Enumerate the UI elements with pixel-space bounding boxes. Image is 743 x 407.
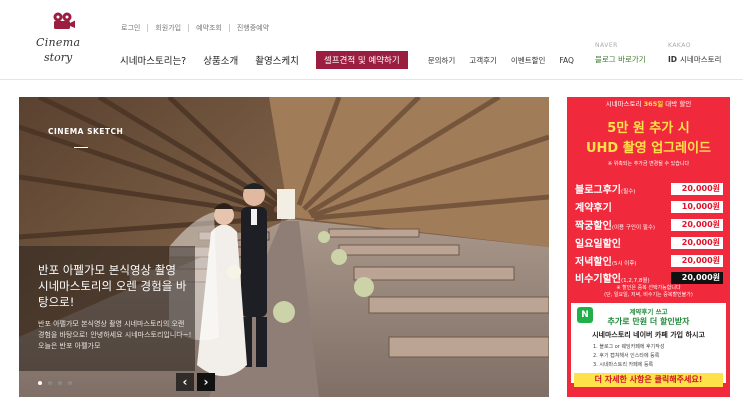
cinema-story-logo[interactable]: Cinema story [32, 10, 94, 72]
banner-footnote-2: (단, 일요일, 저녁, 비수기는 중복할인불가) [604, 292, 693, 298]
review-step: 3. 시네마스토리 카페에 등록 [593, 362, 654, 368]
nav-products[interactable]: 상품소개 [203, 53, 238, 67]
kakao-id-prefix: ID [668, 55, 678, 64]
kakao-id-value: 시네마스토리 [680, 55, 722, 64]
kakao-label: KAKAO [668, 42, 691, 49]
nav-inquiry[interactable]: 문의하기 [428, 55, 456, 66]
discount-amount: 20,000원 [671, 218, 723, 231]
discount-promo-banner[interactable]: 시네마스토리 365일 대박 할인 5만 원 추가 시 UHD 촬영 업그레이드… [567, 97, 730, 397]
hero-caption-title: 반포 아펠가모 본식영상 촬영 시네마스토리의 오렌 경험을 바탕으로! [38, 263, 187, 309]
discount-name: 계약후기 [575, 203, 612, 214]
slider-next-button[interactable]: › [197, 373, 215, 391]
review-event-line2: 추가로 만원 더 할인받자 [607, 317, 690, 326]
discount-name: 비수기할인 [575, 274, 621, 285]
discount-label: 블로그후기(필수) [575, 181, 671, 196]
self-quote-reservation-button[interactable]: 셀프견적 및 예약하기 [315, 51, 408, 69]
site-header: Cinema story 로그인 회원가입 예약조회 진행중예약 시네마스토리는… [0, 0, 743, 80]
naver-label: NAVER [595, 42, 618, 49]
discount-name: 일요일할인 [575, 239, 621, 250]
discount-amount: 20,000원 [671, 182, 723, 195]
discount-label: 계약후기 [575, 199, 671, 214]
slider-dot[interactable] [68, 381, 72, 385]
discount-name: 블로그후기 [575, 185, 621, 196]
banner-headline-2: UHD 촬영 업그레이드 [586, 141, 711, 156]
review-step: 2. 후기 캡쳐해서 인스타에 등록 [593, 353, 660, 359]
banner-footnote-1: ※ 할인은 중복 선택가능합니다 [616, 285, 681, 291]
review-event-line3: 시네마스토리 네이버 카페 가입 하시고 [592, 331, 705, 339]
discount-name: 짝궁할인 [575, 221, 612, 232]
banner-more-info-button[interactable]: 더 자세한 사항은 클릭해주세요! [574, 373, 723, 387]
slider-dot[interactable] [38, 381, 42, 385]
discount-label: 저녁할인(5시 이후) [575, 253, 671, 268]
hero-caption-description: 반포 아펠가모 본식영상 촬영 시네마스토리의 오랜 경험을 바탕으로! 안녕하… [38, 320, 192, 350]
discount-name: 저녁할인 [575, 257, 612, 268]
kakao-id-text: ID 시네마스토리 [668, 54, 721, 65]
reservation-lookup-link[interactable]: 예약조회 [189, 24, 230, 32]
hero-tag-divider [74, 147, 88, 148]
review-step: 1. 블로그 or 웨딩카페에 후기작성 [593, 344, 665, 350]
naver-blog-link-text: 블로그 바로가기 [595, 55, 646, 64]
login-link[interactable]: 로그인 [121, 24, 149, 32]
banner-top-prefix: 시네마스토리 [605, 100, 642, 108]
discount-label: 비수기할인(1,2,7,8월) [575, 270, 671, 285]
discount-condition: (1,2,7,8월) [621, 278, 650, 284]
review-event-box: N 계약후기 쓰고 추가로 만원 더 할인받자 시네마스토리 네이버 카페 가입… [571, 303, 726, 383]
discount-condition: (이용 구인이 필수) [611, 225, 656, 231]
main-navigation: 시네마스토리는? 상품소개 촬영스케치 셀프견적 및 예약하기 문의하기 고객후… [120, 51, 588, 69]
slider-dot[interactable] [48, 381, 52, 385]
nav-faq[interactable]: FAQ [559, 56, 574, 65]
signup-link[interactable]: 회원가입 [148, 24, 190, 32]
nav-reviews[interactable]: 고객후기 [469, 55, 497, 66]
discount-amount: 20,000원 [671, 271, 723, 284]
discount-label: 일요일할인 [575, 235, 671, 250]
banner-top-suffix: 대박 할인 [665, 100, 692, 108]
hero-category-tag: CINEMA SKETCH [48, 127, 124, 136]
nav-about[interactable]: 시네마스토리는? [120, 53, 186, 67]
nav-events[interactable]: 이벤트할인 [511, 55, 546, 66]
discount-amount: 20,000원 [671, 236, 723, 249]
kakao-quicklink[interactable]: KAKAO ID 시네마스토리 [668, 42, 721, 65]
discount-label: 짝궁할인(이용 구인이 필수) [575, 217, 671, 232]
nav-sketch[interactable]: 촬영스케치 [255, 53, 299, 67]
discount-row: 블로그후기(필수) 20,000원 [575, 181, 723, 196]
discount-amount: 20,000원 [671, 254, 723, 267]
banner-top-highlight: 365일 [643, 100, 664, 108]
ongoing-reservation-link[interactable]: 진행중예약 [230, 24, 276, 32]
utility-links: 로그인 회원가입 예약조회 진행중예약 [121, 24, 276, 32]
naver-blog-quicklink[interactable]: NAVER 블로그 바로가기 [595, 42, 646, 65]
discount-amount: 10,000원 [671, 200, 723, 213]
discount-condition: (5시 이후) [611, 261, 637, 267]
hero-caption-box[interactable]: 반포 아펠가모 본식영상 촬영 시네마스토리의 오렌 경험을 바탕으로! 반포 … [19, 246, 195, 371]
review-event-line1: 계약후기 쓰고 [629, 308, 668, 316]
logo-text-line1: Cinema [36, 36, 81, 49]
film-camera-icon [53, 12, 75, 29]
discount-row: 일요일할인 20,000원 [575, 235, 723, 250]
banner-headline-1: 5만 원 추가 시 [607, 121, 690, 136]
slider-dot[interactable] [58, 381, 62, 385]
discount-row: 계약후기 10,000원 [575, 199, 723, 214]
banner-note: ※ 위촉되는 추가금 변경될 수 있습니다 [607, 161, 690, 167]
slider-prev-button[interactable]: ‹ [176, 373, 194, 391]
discount-row: 짝궁할인(이용 구인이 필수) 20,000원 [575, 217, 723, 232]
hero-slider[interactable]: CINEMA SKETCH 반포 아펠가모 본식영상 촬영 시네마스토리의 오렌… [19, 97, 549, 397]
banner-top-line: 시네마스토리 365일 대박 할인 [567, 97, 730, 111]
discount-row: 비수기할인(1,2,7,8월) 20,000원 [575, 270, 723, 285]
logo-text-line2: story [44, 51, 73, 64]
discount-row: 저녁할인(5시 이후) 20,000원 [575, 253, 723, 268]
discount-condition: (필수) [621, 189, 636, 195]
banner-footnote: ※ 할인은 중복 선택가능합니다 (단, 일요일, 저녁, 비수기는 중복할인불… [567, 285, 730, 299]
slider-pagination [38, 381, 72, 385]
review-event-steps: 1. 블로그 or 웨딩카페에 후기작성 2. 후기 캡쳐해서 인스타에 등록 … [593, 343, 723, 370]
